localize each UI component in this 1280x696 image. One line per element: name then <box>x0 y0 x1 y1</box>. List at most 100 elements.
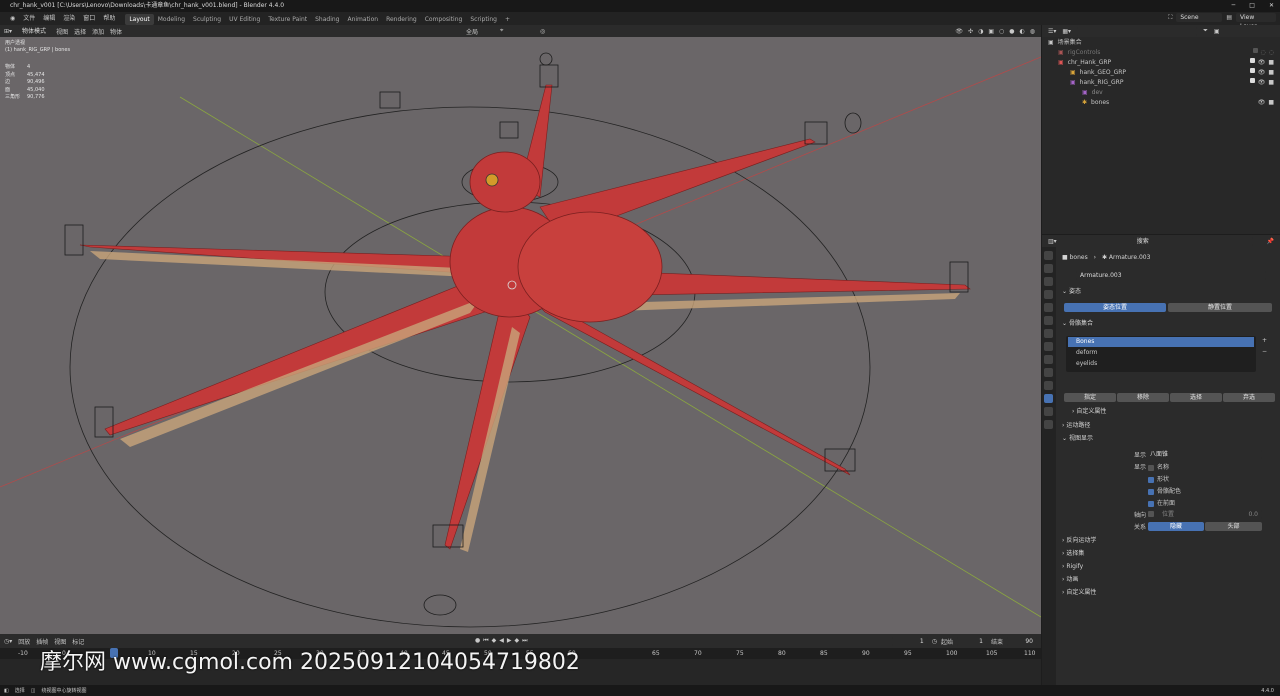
outliner-row-rigcontrols[interactable]: ▣ rigControls ◌ ◌ <box>1042 48 1280 58</box>
outliner-row-dev[interactable]: ▣ dev <box>1042 88 1280 98</box>
outliner-editor-icon[interactable]: ☰▾ <box>1048 28 1056 35</box>
bone-collections-header[interactable]: ⌄ 骨骼集合 <box>1062 319 1274 329</box>
end-frame-field[interactable]: 90 <box>1007 636 1037 646</box>
custom-properties-header[interactable]: › 自定义属性 <box>1062 588 1274 598</box>
tab-uv-editing[interactable]: UV Editing <box>225 14 264 25</box>
viewport-display-header[interactable]: ⌄ 视图显示 <box>1062 434 1274 444</box>
clock-icon[interactable]: ◷ <box>932 638 937 645</box>
tab-animation[interactable]: Animation <box>343 14 382 25</box>
show-in-front-checkbox[interactable]: 在前面 <box>1148 498 1175 507</box>
show-shapes-checkbox[interactable]: 形状 <box>1148 474 1169 483</box>
tab-modeling[interactable]: Modeling <box>154 14 189 25</box>
close-icon[interactable]: ✕ <box>1269 0 1274 12</box>
tab-shading[interactable]: Shading <box>311 14 343 25</box>
eye-icon[interactable]: 👁 <box>1258 98 1266 108</box>
object-tab-icon[interactable] <box>1044 342 1053 351</box>
constraints-tab-icon[interactable] <box>1044 381 1053 390</box>
pose-position-button[interactable]: 姿态位置 <box>1064 303 1166 312</box>
collection-tab-icon[interactable] <box>1044 329 1053 338</box>
camera-icon[interactable]: ■ <box>1268 98 1274 108</box>
timeline-editor-icon[interactable]: ◷▾ <box>4 638 12 645</box>
exclude-checkbox[interactable] <box>1249 58 1255 63</box>
menu-file[interactable]: 文件 <box>19 12 39 25</box>
blender-logo-icon[interactable]: ◉ <box>6 12 19 25</box>
armature-data-tab-icon[interactable] <box>1044 394 1053 403</box>
wireframe-shading-icon[interactable]: ○ <box>999 28 1004 35</box>
xray-icon[interactable]: ▣ <box>988 28 994 35</box>
display-as-dropdown[interactable]: 八面锥 <box>1146 450 1262 459</box>
viewport-menu-object[interactable]: 物体 <box>110 27 122 36</box>
outliner-row-hank-geo-grp[interactable]: ▣ hank_GEO_GRP 👁 ■ <box>1042 68 1280 78</box>
minimize-icon[interactable]: ─ <box>1232 0 1236 12</box>
camera-icon[interactable]: ■ <box>1268 78 1274 88</box>
axes-checkbox[interactable] <box>1148 510 1157 517</box>
deselect-button[interactable]: 弃选 <box>1223 393 1275 402</box>
filter-icon[interactable]: ⏷ <box>1203 27 1208 35</box>
list-remove-icon[interactable]: − <box>1262 347 1267 357</box>
eye-icon[interactable]: 👁 <box>1258 78 1266 88</box>
menu-render[interactable]: 渲染 <box>59 12 79 25</box>
scene-field[interactable]: Scene <box>1176 13 1223 22</box>
bone-constraint-tab-icon[interactable] <box>1044 420 1053 429</box>
relations-head-button[interactable]: 头部 <box>1205 522 1262 531</box>
display-mode-icon[interactable]: ▦▾ <box>1062 28 1071 35</box>
physics-tab-icon[interactable] <box>1044 368 1053 377</box>
selection-sets-header[interactable]: › 选择集 <box>1062 549 1274 559</box>
output-tab-icon[interactable] <box>1044 277 1053 286</box>
modifier-tab-icon[interactable] <box>1044 355 1053 364</box>
editor-type-icon[interactable]: ⊞▾ <box>4 28 12 35</box>
scene-tab-icon[interactable] <box>1044 303 1053 312</box>
menu-window[interactable]: 窗口 <box>79 12 99 25</box>
relations-hide-button[interactable]: 隐藏 <box>1148 522 1204 531</box>
eye-icon[interactable]: 👁 <box>1258 68 1266 78</box>
eye-icon[interactable]: ◌ <box>1261 48 1266 58</box>
rendered-shading-icon[interactable]: ◍ <box>1030 28 1035 35</box>
proportional-edit-icon[interactable]: ◎ <box>540 28 545 35</box>
tab-rendering[interactable]: Rendering <box>382 14 421 25</box>
camera-icon[interactable]: ◌ <box>1269 48 1274 58</box>
list-item[interactable]: Bones <box>1068 337 1254 347</box>
custom-props-subsection[interactable]: › 自定义属性 <box>1072 407 1280 417</box>
exclude-checkbox[interactable] <box>1249 78 1255 83</box>
visibility-icon[interactable]: 👁 <box>955 28 963 35</box>
world-tab-icon[interactable] <box>1044 316 1053 325</box>
outliner-row-hank-rig-grp[interactable]: ▣ hank_RIG_GRP 👁 ■ <box>1042 78 1280 88</box>
outliner-row-bones[interactable]: ✱ bones 👁 ■ <box>1042 98 1280 108</box>
outliner-root[interactable]: ▣ 场景集合 <box>1042 38 1280 48</box>
material-shading-icon[interactable]: ◐ <box>1020 28 1025 35</box>
assign-button[interactable]: 指定 <box>1064 393 1116 402</box>
maximize-icon[interactable]: □ <box>1249 0 1255 12</box>
camera-icon[interactable]: ■ <box>1268 58 1274 68</box>
list-item[interactable]: eyelids <box>1068 359 1254 369</box>
select-button[interactable]: 选择 <box>1170 393 1222 402</box>
show-names-checkbox[interactable]: 名称 <box>1148 462 1169 471</box>
3d-viewport[interactable] <box>0 37 1042 634</box>
tab-layout[interactable]: Layout <box>125 13 154 25</box>
tab-sculpting[interactable]: Sculpting <box>189 14 225 25</box>
list-item[interactable]: deform <box>1068 348 1254 358</box>
list-add-icon[interactable]: + <box>1262 336 1267 346</box>
remove-button[interactable]: 移除 <box>1117 393 1169 402</box>
transform-orientation-dropdown[interactable]: 全局 <box>466 27 478 36</box>
solid-shading-icon[interactable]: ● <box>1009 28 1014 35</box>
viewport-menu-select[interactable]: 选择 <box>74 27 86 36</box>
gizmo-icon[interactable]: ✣ <box>968 28 973 35</box>
tab-texture-paint[interactable]: Texture Paint <box>264 14 311 25</box>
pin-icon[interactable]: 📌 <box>1267 238 1274 245</box>
axes-position-field[interactable]: 位置 0.0 <box>1158 510 1262 519</box>
timeline-menu-playback[interactable]: 回放 <box>18 637 30 646</box>
eye-icon[interactable]: 👁 <box>1258 58 1266 68</box>
viewport-menu-view[interactable]: 视图 <box>56 27 68 36</box>
menu-help[interactable]: 帮助 <box>99 12 119 25</box>
bone-tab-icon[interactable] <box>1044 407 1053 416</box>
outliner-row-chr-hank-grp[interactable]: ▣ chr_Hank_GRP 👁 ■ <box>1042 58 1280 68</box>
camera-icon[interactable]: ■ <box>1268 68 1274 78</box>
rigify-header[interactable]: › Rigify <box>1062 562 1274 572</box>
exclude-checkbox[interactable] <box>1249 68 1255 73</box>
overlays-icon[interactable]: ◑ <box>978 28 983 35</box>
tab-compositing[interactable]: Compositing <box>421 14 467 25</box>
menu-edit[interactable]: 编辑 <box>39 12 59 25</box>
properties-search-input[interactable]: 搜索 <box>1132 236 1253 246</box>
new-collection-icon[interactable]: ▣ <box>1214 28 1220 35</box>
ik-section-header[interactable]: › 反向运动学 <box>1062 536 1274 546</box>
